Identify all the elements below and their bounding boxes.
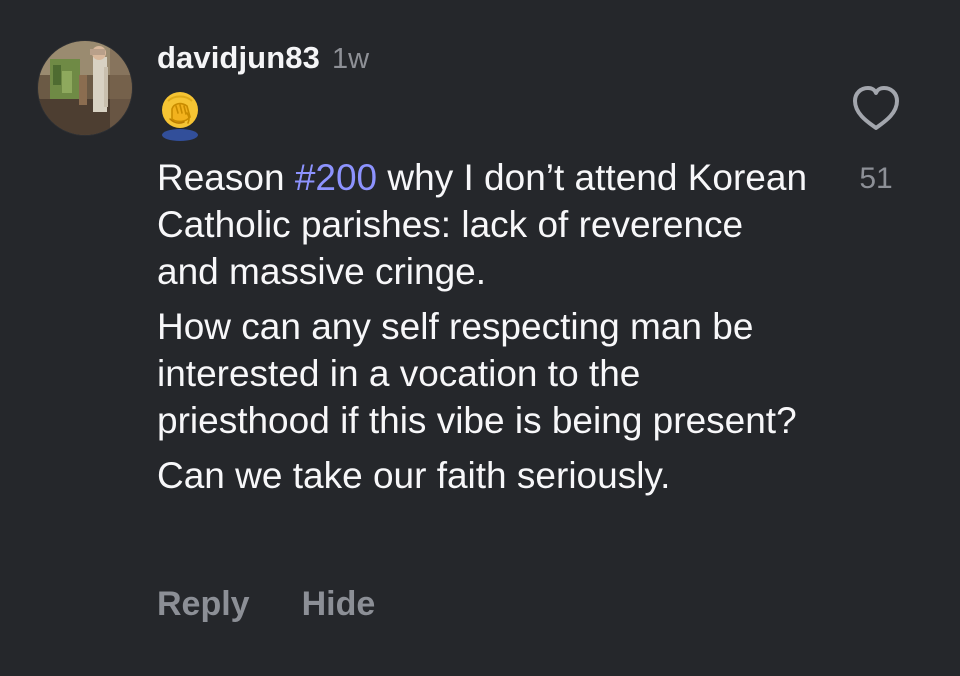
hide-button[interactable]: Hide (302, 585, 376, 624)
comment-paragraph-2: How can any self respecting man be inter… (157, 306, 797, 441)
heart-outline-icon (853, 86, 899, 130)
comment-paragraph-3: Can we take our faith seriously. (157, 455, 671, 496)
like-button[interactable] (849, 84, 903, 132)
comment-paragraph-1: Reason #200 why I don’t attend Korean Ca… (157, 154, 807, 295)
comment: davidjun83 1w Reason #200 why I don’t at… (0, 0, 960, 676)
comment-header: davidjun83 1w (157, 40, 369, 80)
comment-text-start: Reason (157, 157, 295, 198)
avatar[interactable] (38, 41, 132, 135)
face-palm-icon (156, 89, 204, 141)
comment-actions: Reply Hide (157, 585, 375, 624)
username[interactable]: davidjun83 (157, 40, 320, 76)
comment-body: Reason #200 why I don’t attend Korean Ca… (157, 154, 807, 507)
like-count: 51 (859, 162, 893, 195)
hashtag-link[interactable]: #200 (295, 157, 377, 198)
reply-button[interactable]: Reply (157, 585, 250, 624)
timestamp: 1w (331, 43, 370, 75)
